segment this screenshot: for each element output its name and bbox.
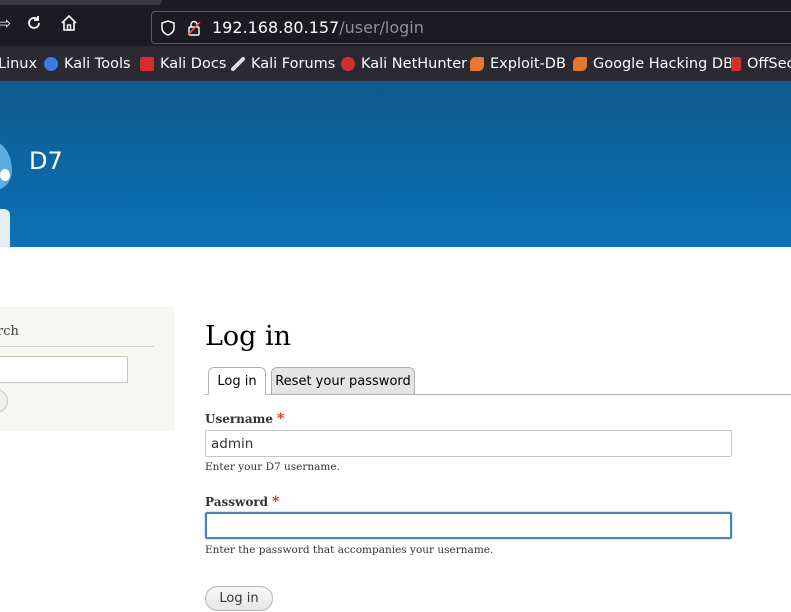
search-input[interactable] xyxy=(0,356,128,383)
password-description: Enter the password that accompanies your… xyxy=(205,544,494,556)
browser-toolbar: ⇨ 192.168.80.157/user/login xyxy=(0,0,791,46)
divider xyxy=(0,346,154,347)
tab-reset-password[interactable]: Reset your password xyxy=(271,367,415,395)
password-label-text: Password xyxy=(205,495,269,509)
bookmark-label: Google Hacking DB xyxy=(593,56,734,72)
kali-forums-icon xyxy=(231,57,245,71)
password-label: Password * xyxy=(205,494,279,510)
exploit-db-icon xyxy=(470,57,484,71)
home-icon[interactable] xyxy=(59,14,79,34)
bookmark-label: Kali Forums xyxy=(251,56,336,72)
required-marker: * xyxy=(272,494,280,510)
forward-icon[interactable]: ⇨ xyxy=(0,14,14,34)
sidebar-search-block: rch xyxy=(0,307,175,431)
bookmark-kali-tools[interactable]: Kali Tools xyxy=(44,54,131,74)
bookmark-kali-forums[interactable]: Kali Forums xyxy=(231,54,335,74)
kali-docs-icon xyxy=(140,57,154,71)
url-text[interactable]: 192.168.80.157/user/login xyxy=(212,18,424,37)
bookmark-kali-linux[interactable]: Linux xyxy=(0,54,37,74)
bookmark-label: Kali Docs xyxy=(160,56,227,72)
bookmark-offsec[interactable]: OffSec xyxy=(731,54,791,74)
site-name[interactable]: D7 xyxy=(29,147,63,175)
search-button[interactable] xyxy=(0,389,8,413)
site-header: D7 xyxy=(0,81,791,247)
sidebar-title: rch xyxy=(0,324,19,339)
url-bar[interactable]: 192.168.80.157/user/login xyxy=(151,11,791,44)
logo-eye xyxy=(0,169,10,181)
bookmark-label: OffSec xyxy=(747,56,791,72)
bookmarks-bar: Linux Kali Tools Kali Docs Kali Forums K… xyxy=(0,46,791,81)
offsec-icon xyxy=(731,57,741,71)
bookmark-exploit-db[interactable]: Exploit-DB xyxy=(470,54,566,74)
browser-tab[interactable] xyxy=(0,0,162,5)
kali-tools-icon xyxy=(44,57,58,71)
kali-nethunter-icon xyxy=(341,57,355,71)
bookmark-ghdb[interactable]: Google Hacking DB xyxy=(573,54,733,74)
username-label: Username * xyxy=(205,411,284,427)
insecure-lock-icon[interactable] xyxy=(186,20,202,36)
username-description: Enter your D7 username. xyxy=(205,461,340,473)
bookmark-label: Kali NetHunter xyxy=(361,56,468,72)
reload-icon[interactable] xyxy=(24,14,44,34)
url-path: /user/login xyxy=(339,18,424,37)
password-field[interactable] xyxy=(205,512,732,539)
bookmark-label: Kali Tools xyxy=(64,56,131,72)
username-label-text: Username xyxy=(205,412,274,426)
bookmark-label: Exploit-DB xyxy=(490,56,566,72)
bookmark-kali-docs[interactable]: Kali Docs xyxy=(140,54,226,74)
tab-log-in[interactable]: Log in xyxy=(208,367,266,395)
drupal-logo-icon[interactable] xyxy=(0,141,12,191)
ghdb-icon xyxy=(573,57,587,71)
page-title: Log in xyxy=(205,321,292,352)
url-host: 192.168.80.157 xyxy=(212,18,340,37)
username-field[interactable]: admin xyxy=(205,430,732,457)
header-nav-tab[interactable] xyxy=(0,209,10,247)
required-marker: * xyxy=(277,411,285,427)
login-submit-button[interactable]: Log in xyxy=(205,586,273,611)
shield-icon[interactable] xyxy=(160,20,176,36)
bookmark-kali-nethunter[interactable]: Kali NetHunter xyxy=(341,54,467,74)
bookmark-label: Linux xyxy=(0,56,38,72)
